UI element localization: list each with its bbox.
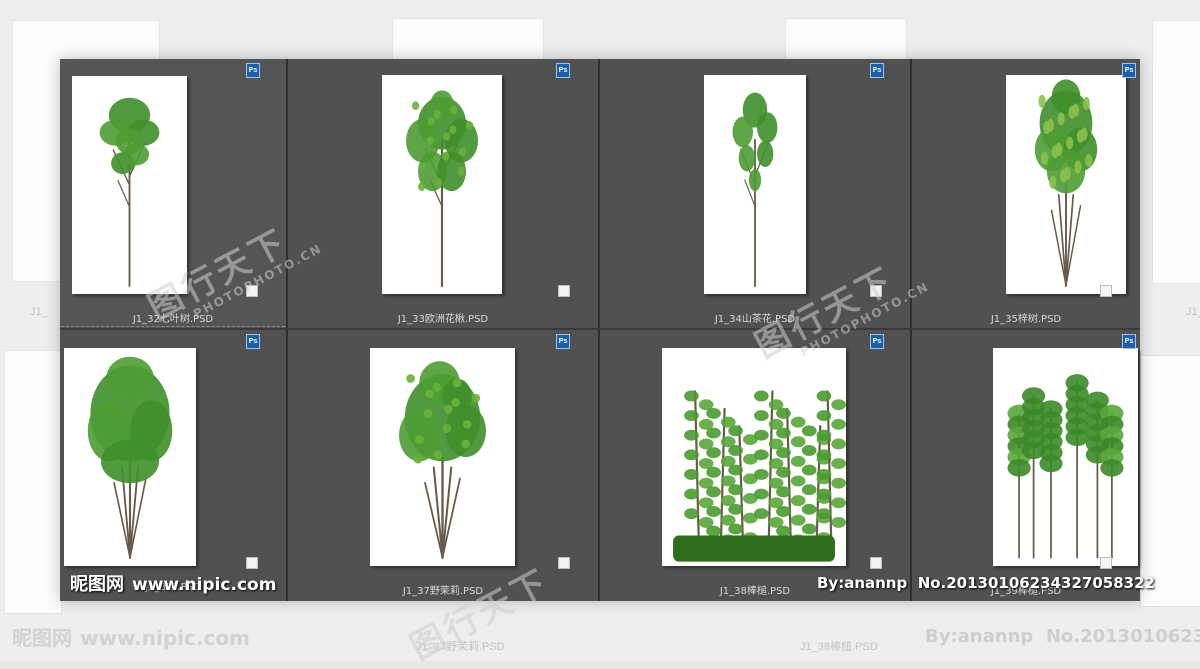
- file-name-label: J1_33欧洲花楸.PSD: [397, 314, 489, 325]
- column-divider: [598, 59, 600, 601]
- file-thumbnail-cell[interactable]: Ps J1_34山茶花.PSD: [600, 59, 910, 328]
- ghost-thumbnail: [1140, 355, 1200, 607]
- tree-icon: [673, 390, 846, 562]
- tree-thumbnail-image[interactable]: [382, 75, 502, 294]
- photoshop-file-icon: Ps: [1122, 63, 1136, 78]
- tree-thumbnail-image[interactable]: [1006, 75, 1126, 294]
- file-select-checkbox[interactable]: [870, 557, 882, 569]
- photoshop-file-icon: Ps: [556, 334, 570, 349]
- column-divider: [910, 59, 912, 601]
- file-thumbnail-cell[interactable]: Ps J1_32七叶树.PSD: [60, 59, 286, 328]
- file-select-checkbox[interactable]: [1100, 285, 1112, 297]
- photoshop-file-icon: Ps: [870, 334, 884, 349]
- photoshop-file-icon: Ps: [1122, 334, 1136, 349]
- ghost-caption: J1_: [1186, 306, 1200, 318]
- ghost-author: By:anannp No.2013010623 4: [925, 626, 1200, 647]
- tree-thumbnail-image[interactable]: [993, 348, 1138, 566]
- tree-thumbnail-image[interactable]: [704, 75, 806, 294]
- file-thumbnail-cell[interactable]: Ps J1_33欧洲花楸.PSD: [288, 59, 598, 328]
- file-select-checkbox[interactable]: [870, 285, 882, 297]
- ghost-thumbnail: [392, 18, 544, 60]
- file-select-checkbox[interactable]: [558, 285, 570, 297]
- tree-thumbnail-image[interactable]: [64, 348, 196, 566]
- tree-icon: [406, 90, 478, 288]
- photoshop-file-icon: Ps: [870, 63, 884, 78]
- ghost-thumbnail: [1152, 20, 1200, 284]
- file-select-checkbox[interactable]: [558, 557, 570, 569]
- ghost-caption: J1_: [30, 306, 48, 318]
- ghost-watermark: 昵图网 www.nipic.com: [12, 626, 250, 650]
- photoshop-file-icon: Ps: [246, 63, 260, 78]
- file-name-label: J1_35梓树.PSD: [990, 314, 1062, 325]
- ghost-thumbnail: [4, 350, 62, 614]
- tree-icon: [87, 356, 173, 560]
- author-watermark: By:anannp No.20130106234327058322: [817, 574, 1155, 592]
- file-browser-panel: Ps J1_32七叶树.PSD Ps J1_33欧洲花楸.PSD Ps J1_34山茶花.…: [60, 59, 1140, 601]
- tree-icon: [1034, 79, 1098, 287]
- photoshop-file-icon: Ps: [246, 334, 260, 349]
- file-thumbnail-cell[interactable]: Ps J1_38棒槌.PSD: [600, 330, 910, 601]
- file-thumbnail-cell[interactable]: Ps J1_39棒槌.PSD: [912, 330, 1140, 601]
- photoshop-file-icon: Ps: [556, 63, 570, 78]
- file-select-checkbox[interactable]: [1100, 557, 1112, 569]
- ghost-caption: J1_38棒槌.PSD: [800, 641, 878, 653]
- tree-icon: [399, 361, 486, 560]
- tree-thumbnail-image[interactable]: [662, 348, 846, 566]
- column-divider: [286, 59, 288, 601]
- tree-icon: [1007, 374, 1124, 559]
- row-divider: [60, 328, 1140, 330]
- file-thumbnail-cell[interactable]: Ps J1_35梓树.PSD: [912, 59, 1140, 328]
- file-name-label: J1_32七叶树.PSD: [132, 314, 214, 325]
- ghost-thumbnail: [785, 18, 907, 60]
- tree-thumbnail-image[interactable]: [72, 76, 187, 294]
- file-thumbnail-cell[interactable]: Ps J1_37野茉莉.PSD: [288, 330, 598, 601]
- ghost-caption: J1_37野茉莉.PSD: [416, 641, 505, 653]
- nipic-watermark: 昵图网 www.nipic.com: [70, 574, 277, 595]
- file-thumbnail-cell[interactable]: Ps J1_36?.PSD: [60, 330, 286, 601]
- tree-icon: [732, 92, 778, 288]
- file-name-label: J1_34山茶花.PSD: [714, 314, 796, 325]
- file-select-checkbox[interactable]: [246, 285, 258, 297]
- tree-icon: [99, 97, 160, 288]
- file-select-checkbox[interactable]: [246, 557, 258, 569]
- tree-thumbnail-image[interactable]: [370, 348, 515, 566]
- file-name-label: J1_37野茉莉.PSD: [402, 586, 484, 597]
